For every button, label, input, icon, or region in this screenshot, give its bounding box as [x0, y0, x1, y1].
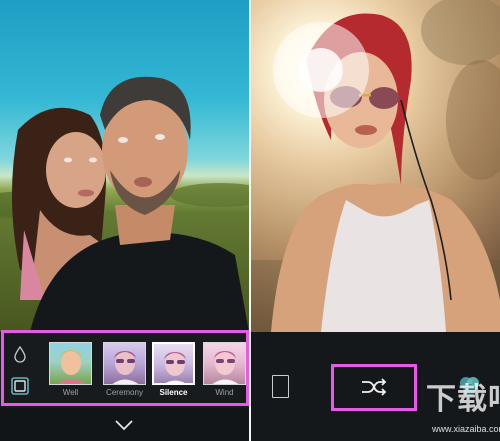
- frame-icon[interactable]: [10, 376, 30, 396]
- photo-preview-couple: [0, 0, 249, 332]
- right-phone-screen: 下载吧 www.xiazaiba.com: [251, 0, 500, 441]
- droplet-icon[interactable]: [10, 344, 30, 364]
- filter-thumbnail[interactable]: [152, 342, 195, 385]
- filter-item[interactable]: Wind: [203, 342, 246, 397]
- filter-label: Ceremony: [106, 388, 143, 397]
- filter-item[interactable]: Ceremony: [103, 342, 146, 397]
- filter-label: Wind: [215, 388, 234, 397]
- filter-thumbnail[interactable]: [203, 342, 246, 385]
- watermark: 下载吧 www.xiazaiba.com: [426, 374, 500, 441]
- filter-item[interactable]: Well: [49, 342, 92, 397]
- chevron-down-icon[interactable]: [114, 418, 134, 436]
- filter-thumbnail[interactable]: [49, 342, 92, 385]
- frame-icon[interactable]: [272, 375, 289, 398]
- watermark-url: www.xiazaiba.com: [432, 424, 500, 434]
- watermark-logo: 下载吧: [426, 382, 500, 417]
- left-phone-screen: Well Ceremony Silence Wind: [0, 0, 249, 441]
- tool-column: [0, 332, 40, 408]
- filter-label: Silence: [159, 388, 188, 397]
- filter-thumbnail[interactable]: [103, 342, 146, 385]
- photo-preview-woman: [251, 0, 500, 332]
- filter-toolbar: Well Ceremony Silence Wind: [0, 332, 249, 408]
- shuffle-icon[interactable]: [354, 371, 394, 403]
- filter-item-selected[interactable]: Silence: [152, 342, 195, 397]
- filter-label: Well: [62, 388, 79, 397]
